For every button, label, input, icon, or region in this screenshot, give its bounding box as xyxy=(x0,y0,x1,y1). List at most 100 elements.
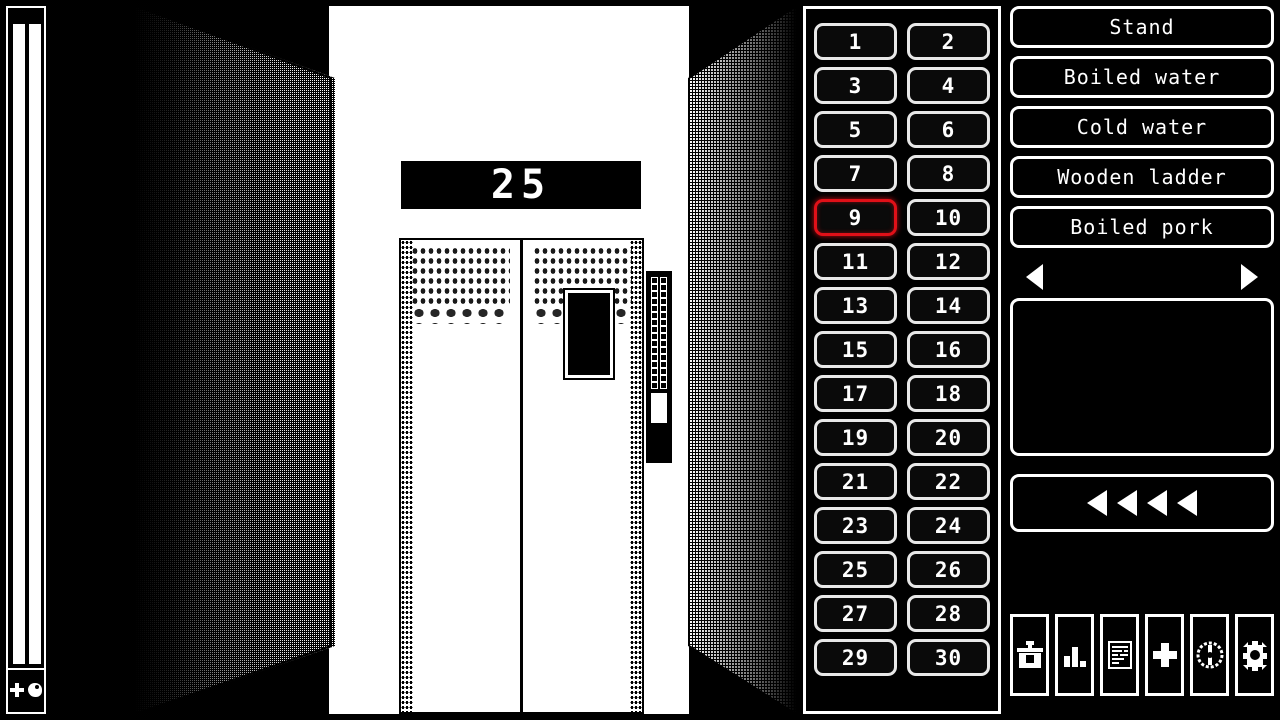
call-panel-button[interactable] xyxy=(660,319,667,326)
floor-button-3[interactable]: 3 xyxy=(814,67,897,104)
call-panel-button[interactable] xyxy=(651,305,658,312)
floor-button-8[interactable]: 8 xyxy=(907,155,990,192)
action-button-boiled-pork[interactable]: Boiled pork xyxy=(1010,206,1274,248)
health-bar xyxy=(13,24,25,664)
call-panel-row[interactable] xyxy=(651,340,667,347)
floor-button-25[interactable]: 25 xyxy=(814,551,897,588)
call-panel-row[interactable] xyxy=(651,305,667,312)
floor-button-17[interactable]: 17 xyxy=(814,375,897,412)
floor-button-16[interactable]: 16 xyxy=(907,331,990,368)
call-panel-button[interactable] xyxy=(660,340,667,347)
floor-button-23[interactable]: 23 xyxy=(814,507,897,544)
call-panel-button[interactable] xyxy=(651,298,658,305)
toolbar-button-inventory[interactable] xyxy=(1010,614,1049,696)
call-panel-button[interactable] xyxy=(651,319,658,326)
call-panel-row[interactable] xyxy=(651,375,667,382)
call-panel-button[interactable] xyxy=(651,368,658,375)
call-panel-button[interactable] xyxy=(651,354,658,361)
floor-button-5[interactable]: 5 xyxy=(814,111,897,148)
call-panel-row[interactable] xyxy=(651,361,667,368)
call-panel-row[interactable] xyxy=(651,368,667,375)
toolbar-button-stats[interactable] xyxy=(1055,614,1094,696)
triangle-right-icon[interactable] xyxy=(1241,264,1258,290)
call-panel-button[interactable] xyxy=(660,284,667,291)
floor-button-26[interactable]: 26 xyxy=(907,551,990,588)
elevator-door-right[interactable] xyxy=(523,240,642,712)
floor-button-18[interactable]: 18 xyxy=(907,375,990,412)
call-panel-button[interactable] xyxy=(651,326,658,333)
call-panel-button[interactable] xyxy=(651,382,658,389)
floor-button-9[interactable]: 9 xyxy=(814,199,897,236)
call-panel-button[interactable] xyxy=(660,326,667,333)
call-panel-button[interactable] xyxy=(651,340,658,347)
call-panel-row[interactable] xyxy=(651,319,667,326)
floor-button-10[interactable]: 10 xyxy=(907,199,990,236)
call-panel-button[interactable] xyxy=(660,291,667,298)
call-panel-row[interactable] xyxy=(651,326,667,333)
toolbar-button-log[interactable] xyxy=(1100,614,1139,696)
call-panel-button[interactable] xyxy=(651,284,658,291)
call-panel-row[interactable] xyxy=(651,382,667,389)
floor-button-13[interactable]: 13 xyxy=(814,287,897,324)
floor-button-28[interactable]: 28 xyxy=(907,595,990,632)
floor-button-15[interactable]: 15 xyxy=(814,331,897,368)
call-panel-row[interactable] xyxy=(651,284,667,291)
action-button-wooden-ladder[interactable]: Wooden ladder xyxy=(1010,156,1274,198)
floor-button-1[interactable]: 1 xyxy=(814,23,897,60)
floor-button-12[interactable]: 12 xyxy=(907,243,990,280)
call-panel-row[interactable] xyxy=(651,291,667,298)
carousel-navigation xyxy=(1010,256,1274,298)
toolbar-button-settings[interactable] xyxy=(1235,614,1274,696)
call-panel-button[interactable] xyxy=(660,312,667,319)
floor-button-29[interactable]: 29 xyxy=(814,639,897,676)
call-panel-button[interactable] xyxy=(660,354,667,361)
interior-call-panel[interactable] xyxy=(646,271,672,463)
floor-button-2[interactable]: 2 xyxy=(907,23,990,60)
call-panel-row[interactable] xyxy=(651,298,667,305)
call-panel-button[interactable] xyxy=(651,333,658,340)
call-panel-row[interactable] xyxy=(651,347,667,354)
call-panel-button[interactable] xyxy=(651,347,658,354)
call-panel-row[interactable] xyxy=(651,277,667,284)
floor-button-4[interactable]: 4 xyxy=(907,67,990,104)
triangle-left-icon xyxy=(1087,490,1107,516)
call-panel-button[interactable] xyxy=(651,361,658,368)
action-button-cold-water[interactable]: Cold water xyxy=(1010,106,1274,148)
call-panel-button[interactable] xyxy=(651,375,658,382)
call-panel-button[interactable] xyxy=(660,333,667,340)
call-panel-row[interactable] xyxy=(651,312,667,319)
triangle-left-icon[interactable] xyxy=(1026,264,1043,290)
call-panel-button[interactable] xyxy=(660,382,667,389)
call-panel-button[interactable] xyxy=(660,277,667,284)
floor-button-7[interactable]: 7 xyxy=(814,155,897,192)
call-panel-button[interactable] xyxy=(660,361,667,368)
call-panel-button[interactable] xyxy=(660,305,667,312)
floor-button-20[interactable]: 20 xyxy=(907,419,990,456)
floor-button-11[interactable]: 11 xyxy=(814,243,897,280)
floor-button-30[interactable]: 30 xyxy=(907,639,990,676)
floor-button-24[interactable]: 24 xyxy=(907,507,990,544)
floor-button-21[interactable]: 21 xyxy=(814,463,897,500)
call-panel-button[interactable] xyxy=(651,312,658,319)
call-panel-button[interactable] xyxy=(651,277,658,284)
floor-button-27[interactable]: 27 xyxy=(814,595,897,632)
action-button-stand[interactable]: Stand xyxy=(1010,6,1274,48)
toolbar-button-compass[interactable] xyxy=(1190,614,1229,696)
elevator-door-left[interactable] xyxy=(401,240,523,712)
vitals-rail xyxy=(6,6,46,714)
call-panel-row[interactable] xyxy=(651,354,667,361)
floor-button-19[interactable]: 19 xyxy=(814,419,897,456)
action-button-boiled-water[interactable]: Boiled water xyxy=(1010,56,1274,98)
floor-button-6[interactable]: 6 xyxy=(907,111,990,148)
call-panel-button[interactable] xyxy=(651,291,658,298)
floor-button-22[interactable]: 22 xyxy=(907,463,990,500)
item-preview-box[interactable] xyxy=(1010,298,1274,456)
call-panel-button[interactable] xyxy=(660,375,667,382)
floor-button-14[interactable]: 14 xyxy=(907,287,990,324)
toolbar-button-health[interactable] xyxy=(1145,614,1184,696)
call-panel-button[interactable] xyxy=(660,347,667,354)
elevator-doors[interactable] xyxy=(399,238,644,714)
call-panel-button[interactable] xyxy=(660,368,667,375)
call-panel-button[interactable] xyxy=(660,298,667,305)
call-panel-row[interactable] xyxy=(651,333,667,340)
